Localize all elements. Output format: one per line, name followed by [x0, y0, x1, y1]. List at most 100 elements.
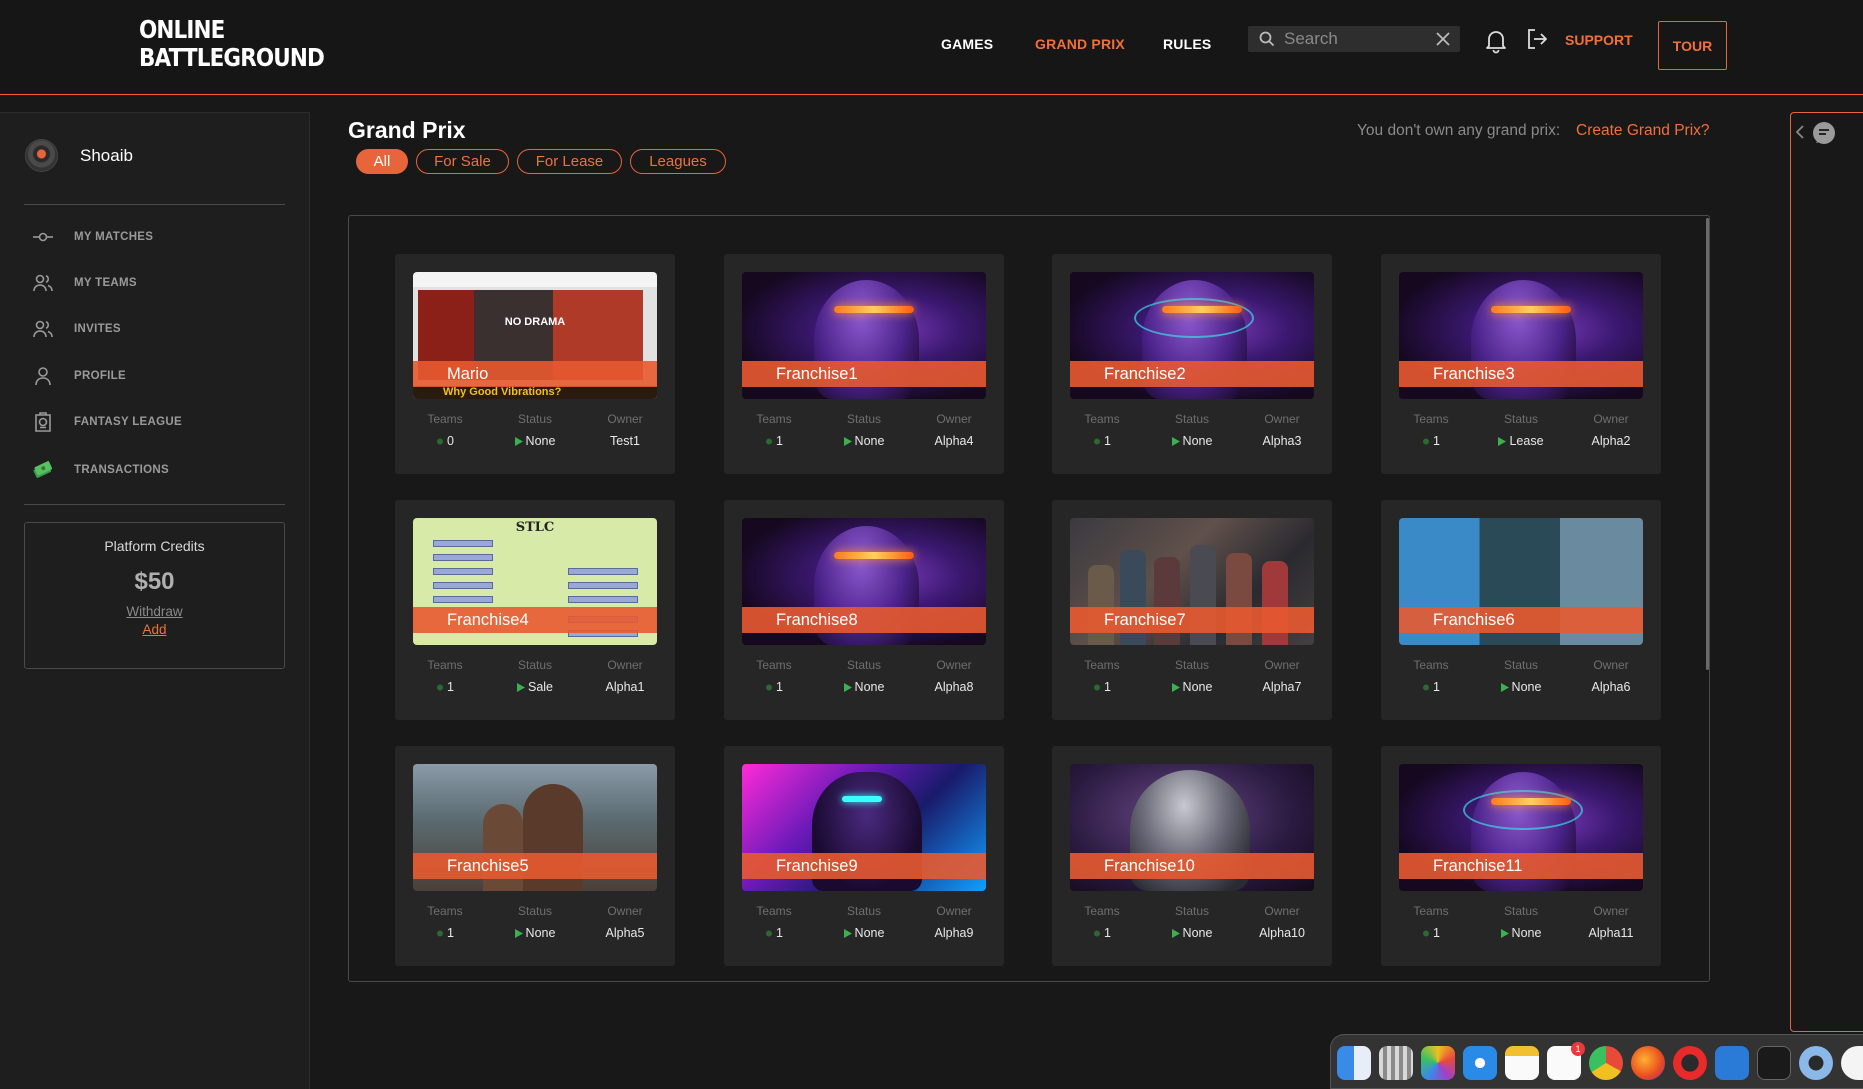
stat-label-status: Status [1174, 904, 1210, 918]
sidebar-item-invites[interactable]: INVITES [32, 318, 121, 340]
grand-prix-card-franchise9[interactable]: Franchise9 Teams 1 Status None Owner Alpha9 [724, 746, 1004, 966]
bell-icon[interactable] [1484, 28, 1508, 54]
card-teams: 1 [776, 680, 783, 694]
photos-icon[interactable] [1421, 1046, 1455, 1080]
filter-all[interactable]: All [356, 149, 408, 174]
card-title: Franchise1 [742, 361, 986, 387]
stat-label-owner: Owner [607, 658, 643, 672]
card-title: Franchise9 [742, 853, 986, 879]
opera-icon[interactable] [1673, 1046, 1707, 1080]
sidebar-item-label: PROFILE [74, 370, 126, 382]
status-flag-icon [1171, 928, 1180, 938]
grand-prix-card-franchise4[interactable]: STLC Franchise4 Teams 1 Status Sale Owner A… [395, 500, 675, 720]
avatar[interactable] [25, 139, 58, 172]
sidebar-item-profile[interactable]: PROFILE [32, 365, 126, 387]
grand-prix-card-franchise2[interactable]: Franchise2 Teams 1 Status None Owner Alpha3 [1052, 254, 1332, 474]
reminders-icon[interactable]: 1 [1547, 1042, 1585, 1080]
nav-rules[interactable]: RULES [1163, 36, 1211, 52]
grand-prix-card-franchise3[interactable]: Franchise3 Teams 1 Status Lease Owner Alpha… [1381, 254, 1661, 474]
card-thumbnail: Franchise5 [413, 764, 657, 891]
card-status: None [1511, 926, 1542, 940]
launchpad-icon[interactable] [1379, 1046, 1413, 1080]
macos-dock: 1 [1330, 1034, 1863, 1089]
stat-label-owner: Owner [1593, 412, 1629, 426]
card-owner: Alpha2 [1591, 434, 1631, 448]
grand-prix-card-mario[interactable]: NO DRAMA Why Good Vibrations? Mario Team… [395, 254, 675, 474]
grid-scrollbar[interactable] [1706, 218, 1709, 670]
grand-prix-card-franchise6[interactable]: Franchise6 Teams 1 Status None Owner Alpha6 [1381, 500, 1661, 720]
card-owner: Alpha6 [1591, 680, 1631, 694]
card-teams: 1 [1104, 680, 1111, 694]
thumb-caption-text: Why Good Vibrations? [413, 386, 657, 399]
grand-prix-card-franchise11[interactable]: Franchise11 Teams 1 Status None Owner Alpha… [1381, 746, 1661, 966]
notification-badge: 1 [1571, 1042, 1585, 1056]
tour-button[interactable]: TOUR [1658, 21, 1727, 70]
filter-leagues[interactable]: Leagues [630, 149, 726, 174]
stat-label-owner: Owner [1264, 658, 1300, 672]
grand-prix-card-franchise5[interactable]: Franchise5 Teams 1 Status None Owner Alpha5 [395, 746, 675, 966]
card-title: Franchise10 [1070, 853, 1314, 879]
card-title: Franchise2 [1070, 361, 1314, 387]
add-credits-link[interactable]: Add [25, 622, 284, 637]
card-thumbnail: NO DRAMA Why Good Vibrations? Mario [413, 272, 657, 399]
stat-label-owner: Owner [1593, 658, 1629, 672]
credits-title: Platform Credits [104, 538, 205, 554]
grand-prix-card-franchise7[interactable]: Franchise7 Teams 1 Status None Owner Alpha7 [1052, 500, 1332, 720]
teams-icon [766, 684, 773, 690]
search-input[interactable] [1284, 26, 1424, 52]
quicktime-icon[interactable] [1799, 1046, 1833, 1080]
sidebar-item-my-matches[interactable]: MY MATCHES [32, 226, 153, 248]
clock-icon[interactable] [1841, 1046, 1863, 1080]
card-teams: 1 [1433, 434, 1440, 448]
cash-icon [33, 461, 53, 479]
sidebar-item-my-teams[interactable]: MY TEAMS [32, 272, 137, 294]
withdraw-link[interactable]: Withdraw [25, 604, 284, 619]
safari-icon[interactable] [1463, 1046, 1497, 1080]
clear-search-icon[interactable] [1436, 32, 1450, 46]
stat-label-status: Status [517, 658, 553, 672]
sidebar-item-fantasy-league[interactable]: FANTASY LEAGUE [32, 411, 182, 433]
stat-label-teams: Teams [427, 412, 463, 426]
firefox-icon[interactable] [1631, 1046, 1665, 1080]
terminal-icon[interactable] [1757, 1046, 1791, 1080]
chat-icon[interactable] [1811, 121, 1837, 147]
stat-label-status: Status [1503, 904, 1539, 918]
card-title: Franchise8 [742, 607, 986, 633]
notes-icon[interactable] [1505, 1046, 1539, 1080]
chevron-left-icon[interactable] [1795, 125, 1805, 139]
nav-games[interactable]: GAMES [941, 36, 993, 52]
card-teams: 0 [447, 434, 454, 448]
card-status: None [1182, 680, 1213, 694]
chrome-icon[interactable] [1589, 1046, 1623, 1080]
vscode-icon[interactable] [1715, 1046, 1749, 1080]
status-flag-icon [514, 436, 523, 446]
status-flag-icon [1171, 682, 1180, 692]
search-icon [1259, 31, 1275, 47]
sidebar-item-transactions[interactable]: TRANSACTIONS [32, 459, 169, 481]
grand-prix-card-franchise10[interactable]: Franchise10 Teams 1 Status None Owner Alpha… [1052, 746, 1332, 966]
grand-prix-card-franchise1[interactable]: Franchise1 Teams 1 Status None Owner Alpha4 [724, 254, 1004, 474]
finder-icon[interactable] [1337, 1046, 1371, 1080]
card-status: None [525, 926, 556, 940]
page-title: Grand Prix [348, 117, 466, 143]
create-grand-prix-link[interactable]: Create Grand Prix? [1576, 122, 1710, 140]
site-logo[interactable]: ONLINE BATTLEGROUND [139, 15, 325, 72]
nav-grand-prix[interactable]: GRAND PRIX [1035, 36, 1125, 52]
sidebar-item-label: MY TEAMS [74, 277, 137, 289]
logo-line-1: ONLINE [139, 15, 225, 44]
user-block[interactable]: Shoaib [25, 139, 133, 172]
logout-icon[interactable] [1525, 27, 1549, 51]
sidebar-item-label: INVITES [74, 323, 121, 335]
filter-for-sale[interactable]: For Sale [416, 149, 509, 174]
stat-label-status: Status [517, 904, 553, 918]
teams-icon [766, 930, 773, 936]
grand-prix-card-franchise8[interactable]: Franchise8 Teams 1 Status None Owner Alpha8 [724, 500, 1004, 720]
status-flag-icon [843, 928, 852, 938]
chat-side-panel [1790, 112, 1863, 1032]
stat-label-status: Status [517, 412, 553, 426]
support-link[interactable]: SUPPORT [1565, 32, 1633, 48]
teams-icon [1423, 438, 1430, 444]
filter-for-lease[interactable]: For Lease [517, 149, 622, 174]
card-teams: 1 [1104, 434, 1111, 448]
stat-label-teams: Teams [1413, 412, 1449, 426]
